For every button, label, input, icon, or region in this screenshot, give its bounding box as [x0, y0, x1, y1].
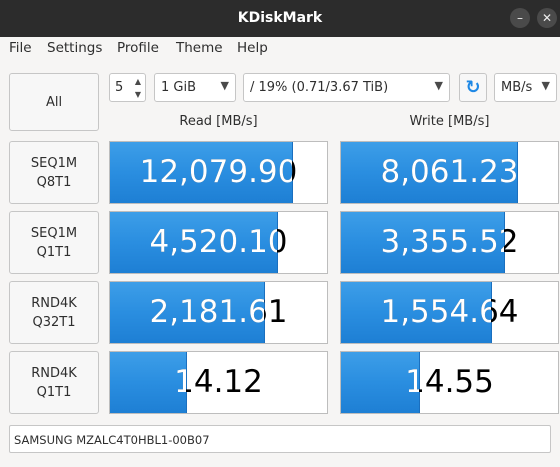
- run-all-button[interactable]: All: [9, 73, 99, 131]
- menu-theme[interactable]: Theme: [176, 40, 223, 56]
- title-bar[interactable]: KDiskMark – ✕: [0, 0, 560, 37]
- menu-bar: File Settings Profile Theme Help: [0, 37, 560, 61]
- read-result-value-overlay: 12,079.90: [139, 154, 292, 190]
- refresh-button[interactable]: ↻: [459, 73, 487, 102]
- read-result-meter: 4,520.10 4,520.10: [109, 211, 328, 274]
- write-result-meter: 14.5514.55: [340, 351, 559, 414]
- test-queue-label: Q1T1: [36, 384, 72, 400]
- write-column-header: Write [MB/s]: [409, 114, 490, 129]
- write-value-overlay: 8,061.23: [341, 142, 517, 203]
- menu-help[interactable]: Help: [237, 40, 268, 56]
- write-result-value-overlay: 14.55: [341, 352, 419, 413]
- write-result-value-overlay: 1,554.64: [380, 294, 491, 330]
- write-result-meter: 3,355.523,355.52: [340, 211, 559, 274]
- read-value-overlay: 4,520.10: [110, 212, 277, 273]
- refresh-icon: ↻: [465, 77, 481, 98]
- test-queue-label: Q32T1: [32, 314, 76, 330]
- chevron-down-icon: ▼: [220, 79, 229, 92]
- write-value-overlay: 3,355.52: [341, 212, 504, 273]
- test-button-rnd4k-q1t1[interactable]: RND4K Q1T1: [9, 351, 99, 414]
- loops-value: 5: [115, 80, 124, 95]
- menu-file[interactable]: File: [9, 40, 32, 56]
- test-name-label: SEQ1M: [30, 225, 78, 241]
- chevron-down-icon: ▼: [434, 79, 443, 92]
- read-result-value-overlay: 2,181.61: [149, 294, 264, 330]
- write-result-meter: 1,554.641,554.64: [340, 281, 559, 344]
- file-size-select[interactable]: 1 GiB ▼: [154, 73, 236, 102]
- write-value-overlay: 1,554.64: [341, 282, 491, 343]
- test-name-label: RND4K: [31, 365, 77, 381]
- test-queue-label: Q8T1: [36, 174, 72, 190]
- read-result-meter: 2,181.612,181.61: [109, 281, 328, 344]
- unit-select[interactable]: MB/s ▼: [494, 73, 557, 102]
- read-result-value-overlay: 4,520.10: [149, 224, 277, 260]
- test-queue-label: Q1T1: [36, 244, 72, 260]
- read-column-header: Read [MB/s]: [179, 114, 258, 129]
- write-result-value-overlay: 3,355.52: [380, 224, 504, 260]
- test-name-label: SEQ1M: [30, 155, 78, 171]
- test-button-rnd4k-q32t1[interactable]: RND4K Q32T1: [9, 281, 99, 344]
- unit-value: MB/s: [501, 80, 533, 95]
- run-all-label: All: [45, 94, 63, 110]
- window-title: KDiskMark: [237, 10, 323, 26]
- read-result-meter: 14.1214.12: [109, 351, 328, 414]
- read-value-overlay: 12,079.90: [110, 142, 292, 203]
- read-result-value-overlay: 14.12: [110, 352, 186, 413]
- target-value: / 19% (0.71/3.67 TiB): [250, 80, 389, 95]
- read-value-overlay: 14.12: [110, 352, 186, 413]
- chevron-down-icon: ▼: [541, 79, 550, 92]
- test-name-label: RND4K: [31, 295, 77, 311]
- write-result-meter: 8,061.23 8,061.23: [340, 141, 559, 204]
- test-button-seq1m-q8t1[interactable]: SEQ1M Q8T1: [9, 141, 99, 204]
- write-value-overlay: 14.55: [341, 352, 419, 413]
- menu-profile[interactable]: Profile: [117, 40, 159, 56]
- comment-field[interactable]: SAMSUNG MZALC4T0HBL1-00B07: [9, 425, 551, 453]
- close-button[interactable]: ✕: [537, 8, 557, 28]
- loops-spinbox[interactable]: 5 ▲ ▼: [109, 73, 146, 102]
- read-value-overlay: 2,181.61: [110, 282, 264, 343]
- spin-down-icon[interactable]: ▼: [131, 88, 145, 101]
- write-result-value-overlay: 8,061.23: [380, 154, 517, 190]
- minimize-button[interactable]: –: [510, 8, 530, 28]
- read-result-meter: 12,079.90 12,079.90: [109, 141, 328, 204]
- file-size-value: 1 GiB: [161, 80, 197, 95]
- target-select[interactable]: / 19% (0.71/3.67 TiB) ▼: [243, 73, 450, 102]
- spin-up-icon[interactable]: ▲: [131, 75, 145, 88]
- kdiskmark-window: KDiskMark – ✕ File Settings Profile Them…: [0, 0, 560, 467]
- menu-settings[interactable]: Settings: [47, 40, 102, 56]
- test-button-seq1m-q1t1[interactable]: SEQ1M Q1T1: [9, 211, 99, 274]
